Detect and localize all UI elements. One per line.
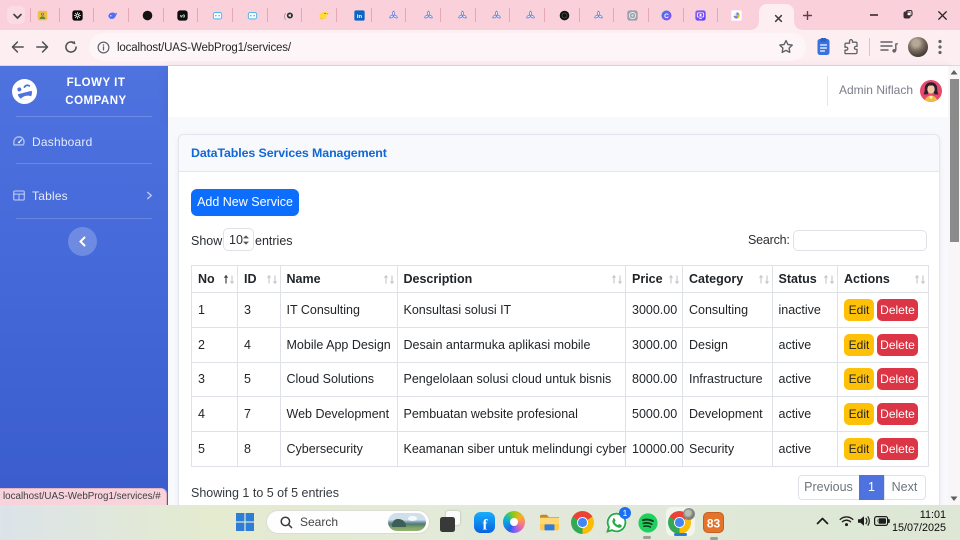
svg-text:C: C <box>664 12 669 19</box>
svg-text:(: ( <box>283 11 286 20</box>
svg-text:in: in <box>356 13 362 19</box>
svg-text:v0: v0 <box>180 13 185 18</box>
svg-text:83: 83 <box>707 517 721 531</box>
